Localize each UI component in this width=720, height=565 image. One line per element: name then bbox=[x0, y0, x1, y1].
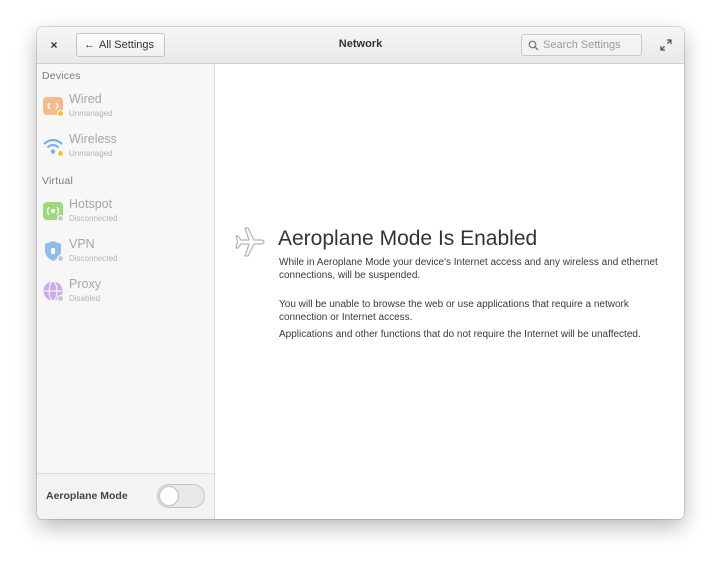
search-input[interactable] bbox=[543, 39, 635, 51]
sidebar-item-status: Disabled bbox=[69, 294, 101, 303]
status-dot bbox=[57, 295, 64, 302]
sidebar-item-status: Unmanaged bbox=[69, 109, 113, 118]
toggle-knob bbox=[159, 486, 179, 506]
status-dot bbox=[57, 110, 64, 117]
sidebar-item-status: Disconnected bbox=[69, 214, 118, 223]
sidebar-item-label: Hotspot bbox=[69, 197, 113, 211]
status-dot bbox=[57, 150, 64, 157]
sidebar: Devices Wired Unmanaged Wireless Unmanag… bbox=[37, 64, 215, 519]
titlebar: × ← All Settings Network bbox=[37, 27, 684, 64]
sidebar-item-wired[interactable]: Wired Unmanaged bbox=[37, 92, 214, 128]
sidebar-item-status: Unmanaged bbox=[69, 149, 113, 158]
page-heading: Aeroplane Mode Is Enabled bbox=[278, 227, 538, 250]
sidebar-item-label: Proxy bbox=[69, 277, 101, 291]
sidebar-item-status: Disconnected bbox=[69, 254, 118, 263]
section-header-devices: Devices bbox=[42, 70, 81, 82]
section-header-virtual: Virtual bbox=[42, 175, 73, 187]
search-field[interactable] bbox=[521, 34, 642, 56]
maximize-icon[interactable] bbox=[658, 37, 674, 53]
sidebar-item-label: Wireless bbox=[69, 132, 117, 146]
sidebar-item-wireless[interactable]: Wireless Unmanaged bbox=[37, 132, 214, 168]
main-content: Aeroplane Mode Is Enabled While in Aerop… bbox=[215, 64, 684, 519]
sidebar-item-label: Wired bbox=[69, 92, 102, 106]
sidebar-item-label: VPN bbox=[69, 237, 95, 251]
sidebar-item-vpn[interactable]: VPN Disconnected bbox=[37, 237, 214, 273]
airplane-icon bbox=[235, 227, 265, 257]
status-dot bbox=[57, 215, 64, 222]
aeroplane-mode-label: Aeroplane Mode bbox=[46, 490, 128, 502]
sidebar-item-proxy[interactable]: Proxy Disabled bbox=[37, 277, 214, 313]
description-paragraph: Applications and other functions that do… bbox=[279, 329, 641, 340]
description-paragraph: While in Aeroplane Mode your device's In… bbox=[279, 257, 658, 281]
aeroplane-mode-toggle[interactable] bbox=[157, 484, 205, 508]
settings-window: × ← All Settings Network Devices W bbox=[37, 27, 684, 519]
status-dot bbox=[57, 255, 64, 262]
sidebar-footer: Aeroplane Mode bbox=[37, 473, 214, 519]
sidebar-item-hotspot[interactable]: Hotspot Disconnected bbox=[37, 197, 214, 233]
search-icon bbox=[528, 40, 539, 50]
description-paragraph: You will be unable to browse the web or … bbox=[279, 299, 629, 323]
